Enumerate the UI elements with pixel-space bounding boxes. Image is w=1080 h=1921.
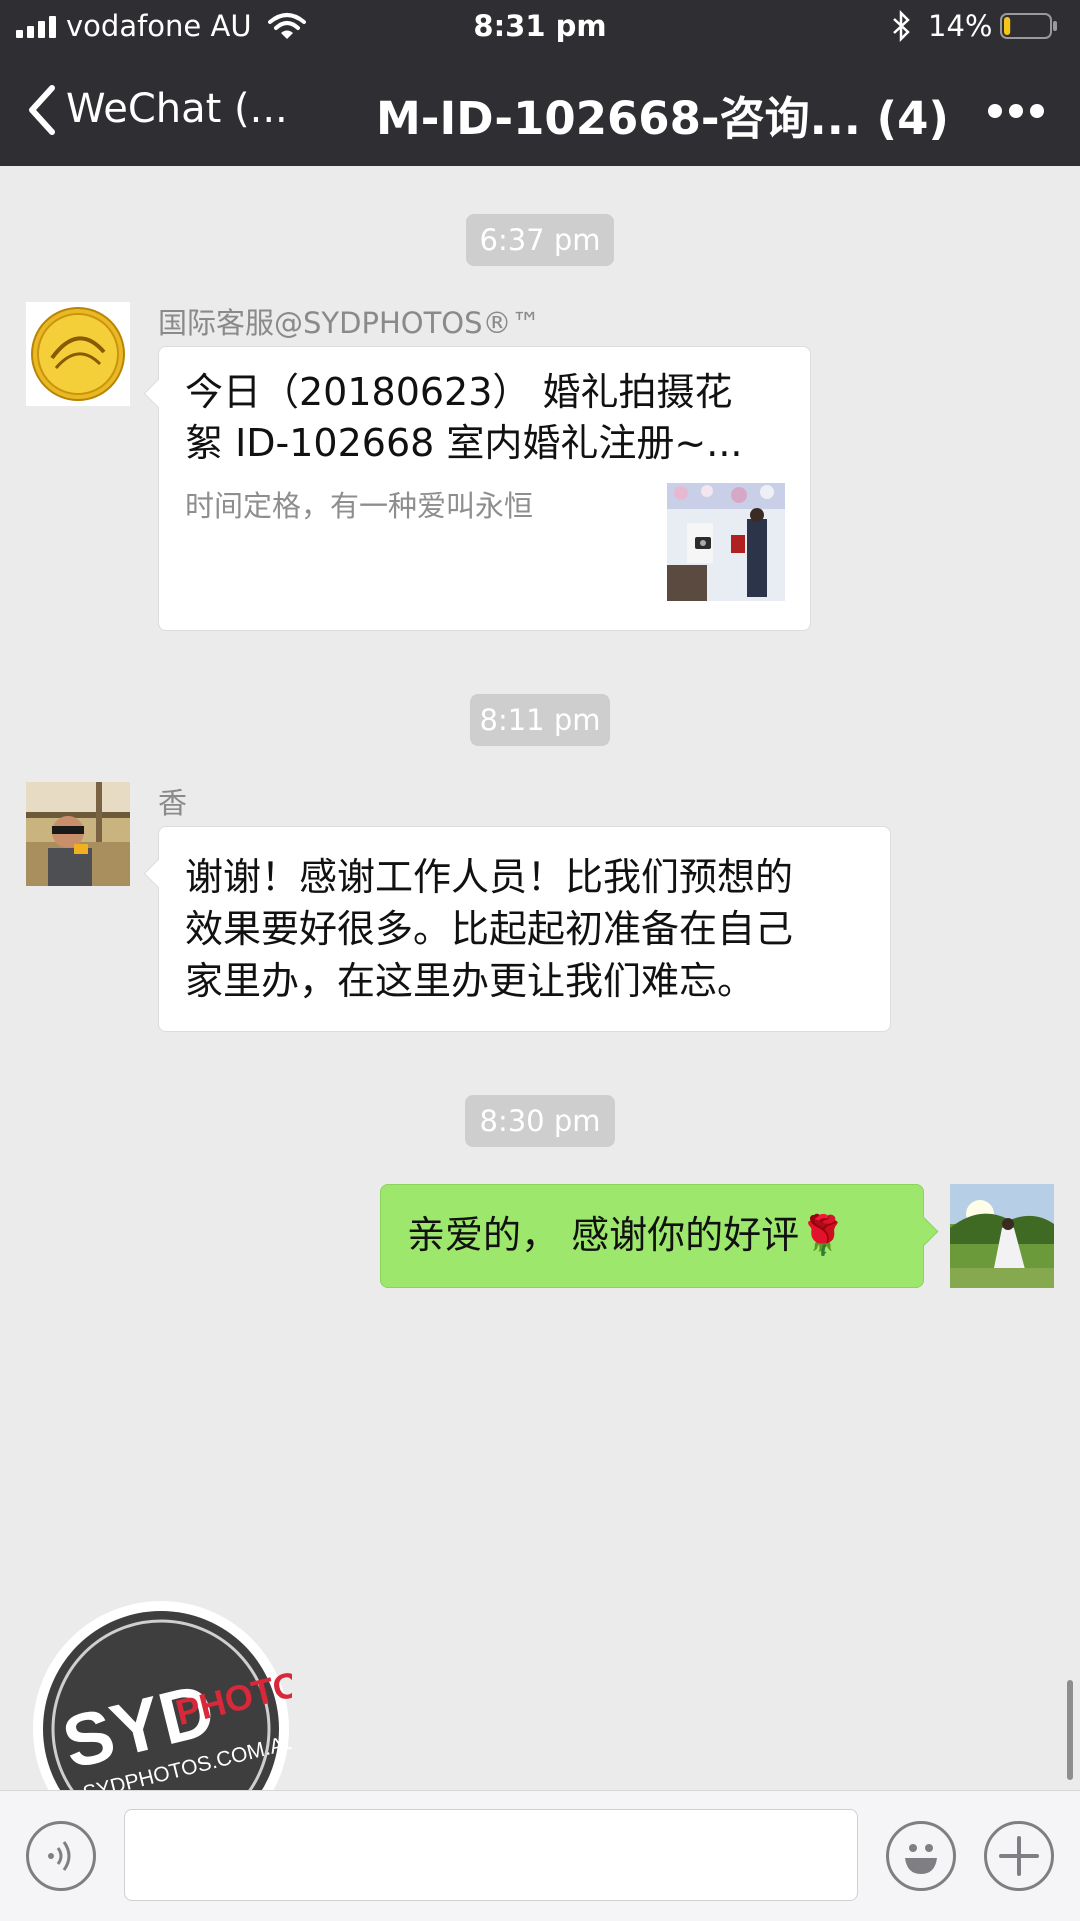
- avatar[interactable]: [950, 1184, 1054, 1288]
- link-description: 时间定格，有一种爱叫永恒: [185, 489, 534, 523]
- bluetooth-icon: [893, 10, 910, 42]
- top-bar: vodafone AU 8:31 pm 14% WeChat (... M-ID…: [0, 0, 1080, 166]
- link-title: 今日（20180623） 婚礼拍摄花 絮 ID-102668 室内婚礼注册~..…: [185, 370, 743, 465]
- chevron-left-icon[interactable]: [26, 84, 56, 136]
- message-bubble[interactable]: 谢谢！感谢工作人员！比我们预想的 效果要好很多。比起起初准备在自己 家里办，在这…: [158, 826, 891, 1032]
- status-bar: vodafone AU 8:31 pm 14%: [0, 0, 1080, 56]
- add-button[interactable]: [984, 1821, 1054, 1891]
- message-text: 亲爱的， 感谢你的好评🌹: [407, 1213, 847, 1257]
- back-button[interactable]: WeChat (...: [66, 86, 288, 132]
- message-timestamp: 8:11 pm: [470, 694, 610, 746]
- status-time: 8:31 pm: [473, 9, 607, 43]
- emoji-icon: [905, 1844, 937, 1874]
- plus-icon: [999, 1836, 1039, 1876]
- chat-title: M-ID-102668-咨询... (4): [376, 92, 950, 145]
- avatar[interactable]: [26, 302, 130, 406]
- link-thumbnail: [667, 483, 785, 601]
- user-photo-icon: [26, 782, 130, 886]
- scroll-indicator[interactable]: [1067, 1680, 1073, 1780]
- message-text: 谢谢！感谢工作人员！比我们预想的 效果要好很多。比起起初准备在自己 家里办，在这…: [185, 855, 794, 1003]
- voice-button[interactable]: [26, 1821, 96, 1891]
- battery-icon: [1000, 13, 1057, 39]
- self-photo-icon: [950, 1184, 1054, 1288]
- more-icon[interactable]: [986, 96, 1046, 126]
- battery-percent: 14%: [928, 9, 993, 43]
- message-timestamp: 6:37 pm: [466, 214, 614, 266]
- sender-name: 香: [158, 786, 188, 820]
- emoji-button[interactable]: [886, 1821, 956, 1891]
- link-card-bubble[interactable]: 今日（20180623） 婚礼拍摄花 絮 ID-102668 室内婚礼注册~..…: [158, 346, 811, 631]
- nav-bar: WeChat (... M-ID-102668-咨询... (4): [0, 56, 1080, 166]
- message-input[interactable]: [124, 1809, 858, 1901]
- sender-name: 国际客服@SYDPHOTOS®™: [158, 306, 541, 340]
- voice-icon: [48, 1841, 71, 1871]
- outgoing-message-bubble[interactable]: 亲爱的， 感谢你的好评🌹: [380, 1184, 924, 1288]
- message-timestamp: 8:30 pm: [465, 1095, 615, 1147]
- input-bar: [0, 1790, 1080, 1921]
- avatar[interactable]: [26, 782, 130, 886]
- seal-logo-icon: [26, 302, 130, 406]
